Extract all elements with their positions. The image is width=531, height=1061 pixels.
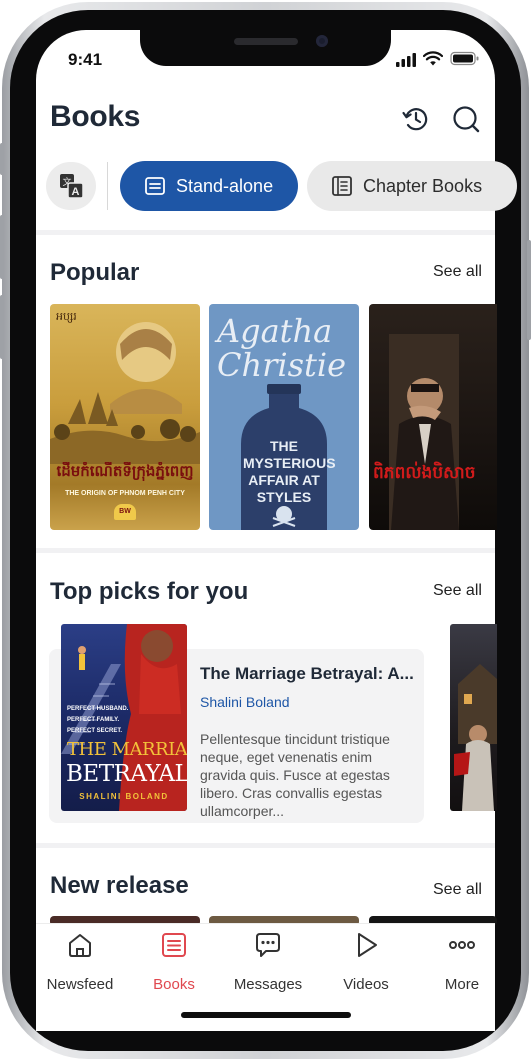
- cover-title: THE MYSTERIOUS AFFAIR AT STYLES: [243, 438, 336, 505]
- section-separator: [36, 843, 495, 848]
- cover-tagline: PERFECT HUSBAND. PERFECT FAMILY. PERFECT…: [67, 706, 129, 734]
- publisher-logo: BW: [114, 504, 136, 520]
- book-cover-phnom-penh[interactable]: អប្សរ ដើមកំណើតទីក្រុងភ្នំពេញ THE ORIGIN …: [50, 304, 200, 530]
- cover-artwork: [389, 334, 459, 530]
- section-separator: [36, 230, 495, 235]
- cover-title: ដើមកំណើតទីក្រុងភ្នំពេញ: [56, 462, 194, 480]
- top-pick-author[interactable]: Shalini Boland: [200, 694, 290, 710]
- cover-artwork: [454, 664, 497, 811]
- history-icon[interactable]: [400, 103, 432, 135]
- nav-label: More: [444, 976, 480, 993]
- nav-item-newsfeed[interactable]: Newsfeed: [34, 930, 126, 1000]
- cover-author: SHALINI BOLAND: [79, 792, 169, 801]
- svg-text:A: A: [72, 186, 80, 198]
- nav-item-more[interactable]: More: [416, 930, 508, 1000]
- nav-label: Videos: [343, 976, 389, 993]
- see-all-popular-link[interactable]: See all: [433, 263, 482, 281]
- book-open-icon: [145, 177, 165, 195]
- section-title-top-picks: Top picks for you: [50, 578, 249, 605]
- book-cover-horror[interactable]: ពិភពល់ងបិសាច: [369, 304, 497, 530]
- nav-label: Newsfeed: [46, 976, 114, 993]
- speaker: [234, 38, 298, 45]
- see-all-new-release-link[interactable]: See all: [433, 881, 482, 899]
- home-icon: [69, 934, 91, 957]
- section-title-new-release: New release: [50, 872, 189, 899]
- language-toggle-button[interactable]: 文 A: [46, 162, 96, 210]
- tab-label: Stand-alone: [176, 175, 274, 196]
- see-all-top-picks-link[interactable]: See all: [433, 582, 482, 600]
- top-pick-description: Pellentesque tincidunt tristique neque, …: [200, 731, 390, 819]
- home-indicator[interactable]: [181, 1012, 351, 1018]
- chat-icon: [256, 933, 280, 957]
- cover-brand-mark: អប្សរ: [56, 310, 77, 323]
- book-cover-mysterious-affair[interactable]: Agatha Christie THE MYSTERIOUS AFFAIR AT…: [209, 304, 359, 530]
- wifi-icon: [423, 51, 443, 66]
- top-pick-title[interactable]: The Marriage Betrayal: A...: [200, 664, 414, 684]
- section-separator: [36, 548, 495, 553]
- nav-item-videos[interactable]: Videos: [320, 930, 412, 1000]
- power-button: [527, 240, 531, 340]
- cover-subtitle: THE ORIGIN OF PHNOM PENH CITY: [65, 490, 185, 497]
- tab-stand-alone[interactable]: Stand-alone: [120, 161, 298, 211]
- cover-title-line-1: THE MARRIAGE: [67, 739, 187, 760]
- nav-item-books[interactable]: Books: [128, 930, 220, 1000]
- nav-label: Books: [153, 976, 195, 993]
- book-icon: [162, 933, 186, 957]
- nav-label: Messages: [233, 976, 303, 993]
- search-icon[interactable]: [450, 103, 482, 135]
- mute-switch: [0, 143, 4, 175]
- section-title-popular: Popular: [50, 259, 140, 286]
- front-camera: [316, 35, 328, 47]
- volume-up-button: [0, 215, 4, 279]
- tab-label: Chapter Books: [363, 175, 483, 196]
- tab-chapter-books[interactable]: Chapter Books: [307, 161, 517, 211]
- cover-title: ពិភពល់ងបិសាច: [373, 463, 476, 483]
- play-icon: [358, 933, 377, 957]
- book-cover-next-pick[interactable]: [450, 624, 497, 811]
- volume-down-button: [0, 295, 4, 359]
- notch: [140, 28, 391, 66]
- translate-icon: 文 A: [60, 174, 84, 199]
- chapters-icon: [332, 176, 352, 196]
- signal-icon: [396, 53, 416, 67]
- tab-divider: [107, 162, 108, 210]
- status-time: 9:41: [68, 50, 103, 69]
- nav-item-messages[interactable]: Messages: [222, 930, 314, 1000]
- book-cover-marriage-betrayal[interactable]: PERFECT HUSBAND. PERFECT FAMILY. PERFECT…: [61, 624, 187, 811]
- cover-title-line-2: BETRAYAL: [66, 761, 187, 787]
- battery-icon: [450, 51, 479, 66]
- more-icon: [449, 941, 475, 949]
- page-title: Books: [50, 100, 141, 133]
